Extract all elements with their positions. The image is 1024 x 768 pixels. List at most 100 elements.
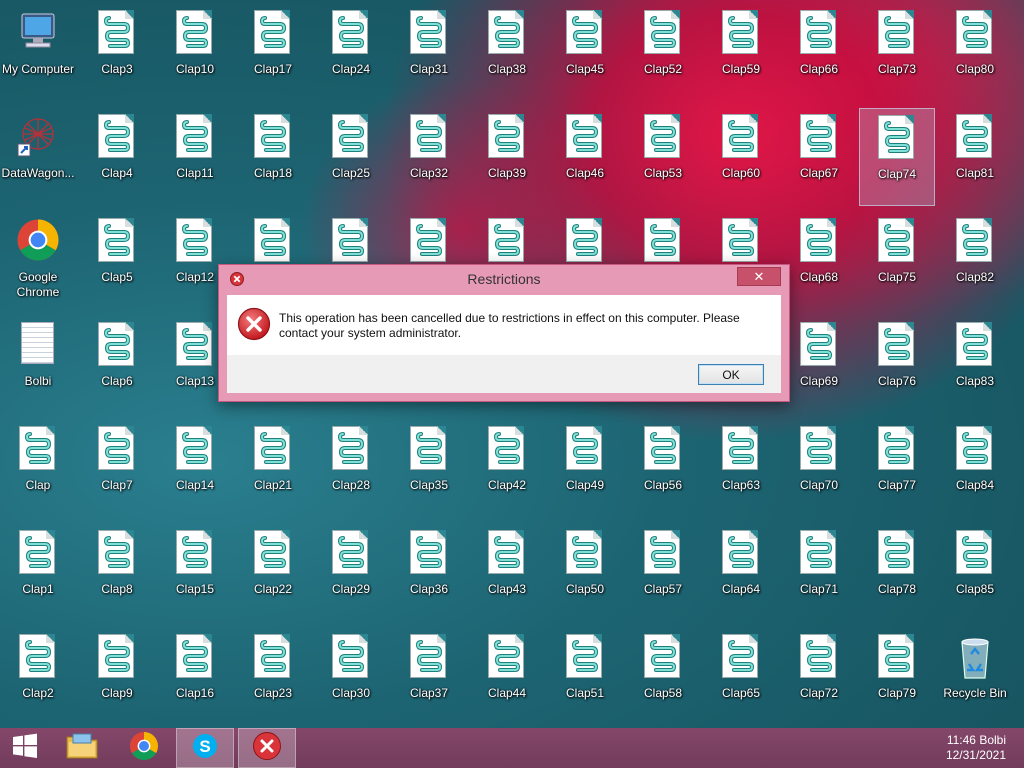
desktop-icon[interactable]: Clap9 (79, 628, 155, 726)
desktop-icon[interactable]: Clap3 (79, 4, 155, 102)
desktop-icon[interactable]: Clap29 (313, 524, 389, 622)
desktop-icon[interactable]: Clap44 (469, 628, 545, 726)
desktop-icon[interactable]: Clap53 (625, 108, 701, 206)
desktop-icon[interactable]: Recycle Bin (937, 628, 1013, 726)
desktop-icon-label: Clap24 (331, 62, 371, 76)
desktop-icon[interactable]: Clap43 (469, 524, 545, 622)
desktop-icon[interactable]: Clap32 (391, 108, 467, 206)
desktop-icon[interactable]: Clap58 (625, 628, 701, 726)
desktop-icon[interactable]: Clap84 (937, 420, 1013, 518)
desktop-icon-label: Clap73 (877, 62, 917, 76)
desktop-icon[interactable]: Clap52 (625, 4, 701, 102)
desktop-icon[interactable]: Clap49 (547, 420, 623, 518)
desktop-icon[interactable]: Clap71 (781, 524, 857, 622)
taskbar-file-explorer[interactable] (58, 728, 106, 768)
desktop-icon[interactable]: Google Chrome (0, 212, 76, 310)
desktop-icon[interactable]: DataWagon... (0, 108, 76, 206)
desktop-icon-label: Clap18 (253, 166, 293, 180)
desktop-icon[interactable]: Clap (0, 420, 76, 518)
desktop-icon[interactable]: Clap74 (859, 108, 935, 206)
desktop-icon[interactable]: Clap22 (235, 524, 311, 622)
desktop-icon[interactable]: Clap81 (937, 108, 1013, 206)
desktop-icon[interactable]: Clap68 (781, 212, 857, 310)
desktop-icon-label: Clap14 (175, 478, 215, 492)
desktop-icon[interactable]: Clap21 (235, 420, 311, 518)
desktop-icon[interactable]: Clap57 (625, 524, 701, 622)
desktop-icon[interactable]: Clap1 (0, 524, 76, 622)
desktop-icon[interactable]: Bolbi (0, 316, 76, 414)
desktop-icon[interactable]: Clap6 (79, 316, 155, 414)
scroll-document-icon (251, 114, 295, 160)
desktop-icon[interactable]: Clap59 (703, 4, 779, 102)
dialog-title: Restrictions (467, 271, 541, 287)
desktop-icon[interactable]: Clap82 (937, 212, 1013, 310)
desktop-icon[interactable]: Clap4 (79, 108, 155, 206)
desktop-icon[interactable]: Clap18 (235, 108, 311, 206)
scroll-document-icon (95, 426, 139, 472)
desktop-icon[interactable]: Clap42 (469, 420, 545, 518)
scroll-document-icon (563, 10, 607, 56)
desktop-icon[interactable]: Clap60 (703, 108, 779, 206)
taskbar-chrome[interactable] (120, 728, 168, 768)
scroll-document-icon (875, 10, 919, 56)
desktop-icon[interactable]: Clap75 (859, 212, 935, 310)
desktop-icon[interactable]: Clap36 (391, 524, 467, 622)
desktop-icon[interactable]: Clap39 (469, 108, 545, 206)
desktop-icon[interactable]: Clap25 (313, 108, 389, 206)
desktop-icon[interactable]: Clap79 (859, 628, 935, 726)
desktop-icon-label: Clap43 (487, 582, 527, 596)
desktop-icon[interactable]: Clap35 (391, 420, 467, 518)
close-button[interactable]: ✕ (737, 267, 781, 286)
desktop-icon[interactable]: Clap65 (703, 628, 779, 726)
clock-time: 11:46 Bolbi (946, 733, 1006, 747)
desktop-icon[interactable]: Clap70 (781, 420, 857, 518)
desktop-icon-label: Clap84 (955, 478, 995, 492)
tray-clock[interactable]: 11:46 Bolbi 12/31/2021 (946, 733, 1006, 763)
desktop-icon[interactable]: Clap63 (703, 420, 779, 518)
desktop-icon[interactable]: My Computer (0, 4, 76, 102)
desktop-icon[interactable]: Clap8 (79, 524, 155, 622)
desktop-icon[interactable]: Clap72 (781, 628, 857, 726)
scroll-document-icon (95, 114, 139, 160)
desktop-icon[interactable]: Clap16 (157, 628, 233, 726)
desktop-icon[interactable]: Clap51 (547, 628, 623, 726)
desktop-icon[interactable]: Clap56 (625, 420, 701, 518)
desktop-icon[interactable]: Clap77 (859, 420, 935, 518)
start-button[interactable] (0, 728, 50, 768)
desktop-icon[interactable]: Clap66 (781, 4, 857, 102)
desktop-icon[interactable]: Clap28 (313, 420, 389, 518)
taskbar-skype[interactable]: S (176, 728, 234, 768)
scroll-document-icon (173, 10, 217, 56)
ok-button[interactable]: OK (698, 364, 764, 385)
desktop-icon[interactable]: Clap69 (781, 316, 857, 414)
desktop-icon[interactable]: Clap24 (313, 4, 389, 102)
desktop-icon[interactable]: Clap10 (157, 4, 233, 102)
desktop-icon[interactable]: Clap50 (547, 524, 623, 622)
desktop-icon[interactable]: Clap5 (79, 212, 155, 310)
taskbar-error-window[interactable] (238, 728, 296, 768)
desktop-icon[interactable]: Clap11 (157, 108, 233, 206)
desktop-icon[interactable]: Clap15 (157, 524, 233, 622)
desktop-icon[interactable]: Clap31 (391, 4, 467, 102)
desktop-icon-label: Clap4 (101, 166, 133, 180)
desktop-icon[interactable]: Clap37 (391, 628, 467, 726)
desktop-icon[interactable]: Clap85 (937, 524, 1013, 622)
desktop-icon-label: Bolbi (24, 374, 52, 388)
desktop-icon[interactable]: Clap83 (937, 316, 1013, 414)
desktop-icon[interactable]: Clap7 (79, 420, 155, 518)
desktop-icon[interactable]: Clap46 (547, 108, 623, 206)
desktop-icon[interactable]: Clap76 (859, 316, 935, 414)
scroll-document-icon (329, 634, 373, 680)
desktop-icon[interactable]: Clap80 (937, 4, 1013, 102)
desktop-icon[interactable]: Clap45 (547, 4, 623, 102)
desktop-icon[interactable]: Clap23 (235, 628, 311, 726)
desktop-icon[interactable]: Clap67 (781, 108, 857, 206)
desktop-icon[interactable]: Clap64 (703, 524, 779, 622)
desktop-icon[interactable]: Clap17 (235, 4, 311, 102)
desktop-icon[interactable]: Clap2 (0, 628, 76, 726)
desktop-icon[interactable]: Clap73 (859, 4, 935, 102)
desktop-icon[interactable]: Clap78 (859, 524, 935, 622)
desktop-icon[interactable]: Clap30 (313, 628, 389, 726)
desktop-icon[interactable]: Clap14 (157, 420, 233, 518)
desktop-icon[interactable]: Clap38 (469, 4, 545, 102)
